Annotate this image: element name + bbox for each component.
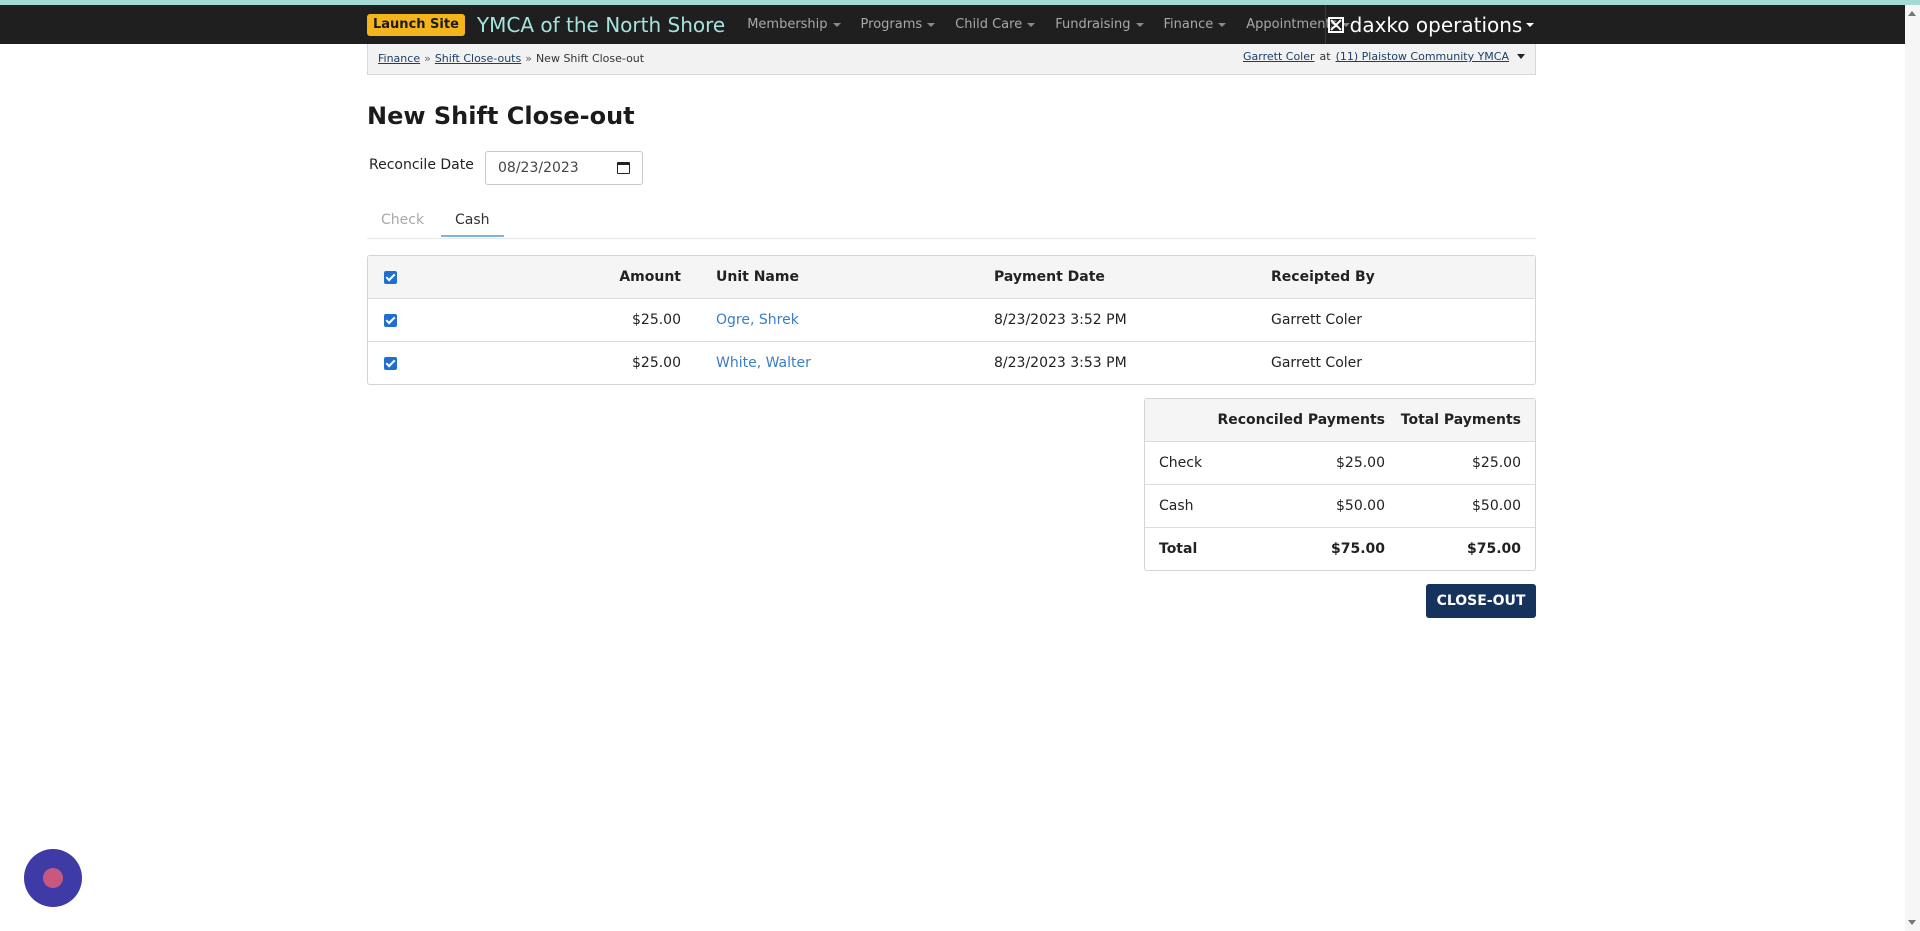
caret-down-icon	[1027, 22, 1036, 27]
col-payment-date: Payment Date	[994, 269, 1105, 285]
user-location: Garrett Coler at (11) Plaistow Community…	[1243, 50, 1525, 63]
summary-label: Cash	[1159, 498, 1194, 514]
summary-label: Check	[1159, 455, 1203, 471]
caret-down-icon	[1218, 22, 1227, 27]
nav-label: Membership	[747, 17, 828, 32]
summary-row-total: Total $75.00 $75.00	[1145, 527, 1535, 570]
row-unit-name: Ogre, Shrek	[716, 299, 799, 341]
breadcrumb-shift-close-outs[interactable]: Shift Close-outs	[435, 52, 521, 65]
unit-name-link[interactable]: Ogre, Shrek	[716, 312, 799, 328]
row-amount: $25.00	[632, 355, 681, 371]
chevron-down-icon	[1526, 22, 1535, 27]
user-name-link[interactable]: Garrett Coler	[1243, 50, 1315, 63]
breadcrumb-separator: »	[424, 52, 431, 65]
payment-type-tabs: Check Cash	[367, 208, 1536, 239]
product-name: daxko operations	[1349, 12, 1523, 37]
summary-total: $25.00	[1472, 455, 1521, 471]
col-receipted-by: Receipted By	[1271, 269, 1375, 285]
row-unit-name: White, Walter	[716, 342, 811, 384]
row-checkbox[interactable]	[384, 357, 397, 370]
reconcile-date-value: 08/23/2023	[498, 160, 579, 176]
chat-icon	[43, 868, 63, 888]
summary-row-check: Check $25.00 $25.00	[1145, 441, 1535, 484]
vertical-scrollbar[interactable]	[1905, 5, 1920, 931]
close-out-button[interactable]: CLOSE-OUT	[1426, 584, 1536, 618]
summary-label: Total	[1159, 541, 1198, 557]
tab-cash[interactable]: Cash	[441, 212, 504, 237]
user-at-text: at	[1319, 50, 1331, 63]
nav-label: Fundraising	[1055, 17, 1131, 32]
reconcile-date-input[interactable]: 08/23/2023	[485, 151, 643, 185]
select-all-checkbox[interactable]	[384, 271, 397, 284]
chat-launcher-button[interactable]	[24, 849, 82, 907]
location-link[interactable]: (11) Plaistow Community YMCA	[1336, 50, 1509, 63]
summary-total: $50.00	[1472, 498, 1521, 514]
summary-reconciled: $50.00	[1336, 498, 1385, 514]
summary-header-row: Reconciled Payments Total Payments	[1145, 399, 1535, 441]
navbar-content: Launch Site YMCA of the North Shore Memb…	[367, 5, 1536, 44]
nav-programs[interactable]: Programs	[861, 17, 936, 32]
breadcrumb-separator: »	[525, 52, 532, 65]
tab-check[interactable]: Check	[367, 212, 438, 235]
breadcrumb: Finance» Shift Close-outs» New Shift Close…	[378, 52, 644, 65]
col-total-payments: Total Payments	[1400, 412, 1521, 428]
summary-reconciled: $25.00	[1336, 455, 1385, 471]
daxko-logo-icon	[1327, 16, 1344, 33]
row-receipted-by: Garrett Coler	[1271, 355, 1363, 371]
row-checkbox[interactable]	[384, 314, 397, 327]
payments-table: Amount Unit Name Payment Date Receipted …	[367, 255, 1536, 385]
table-row: $25.00 Ogre, Shrek 8/23/2023 3:52 PM Gar…	[368, 298, 1535, 341]
caret-down-icon	[1135, 22, 1144, 27]
summary-total: $75.00	[1466, 541, 1521, 557]
row-payment-date: 8/23/2023 3:52 PM	[994, 312, 1127, 328]
row-amount: $25.00	[632, 312, 681, 328]
nav-label: Programs	[860, 17, 923, 32]
nav-child-care[interactable]: Child Care	[955, 17, 1036, 32]
calendar-icon[interactable]	[617, 162, 630, 174]
nav-finance[interactable]: Finance	[1164, 17, 1227, 32]
col-unit-name: Unit Name	[716, 269, 799, 285]
daxko-product-menu[interactable]: daxko operations	[1325, 5, 1536, 44]
table-row: $25.00 White, Walter 8/23/2023 3:53 PM G…	[368, 341, 1535, 384]
org-brand[interactable]: YMCA of the North Shore	[477, 13, 725, 37]
row-receipted-by: Garrett Coler	[1271, 312, 1363, 328]
unit-name-link[interactable]: White, Walter	[716, 355, 811, 371]
summary-table: Reconciled Payments Total Payments Check…	[1144, 398, 1536, 571]
nav-fundraising[interactable]: Fundraising	[1055, 17, 1144, 32]
caret-down-icon	[927, 22, 936, 27]
top-navbar: Launch Site YMCA of the North Shore Memb…	[0, 5, 1905, 44]
launch-site-button[interactable]: Launch Site	[367, 13, 465, 36]
scroll-down-icon[interactable]	[1908, 920, 1916, 925]
location-dropdown-icon[interactable]	[1517, 54, 1525, 59]
scroll-up-icon[interactable]	[1908, 11, 1916, 16]
nav-membership[interactable]: Membership	[747, 17, 841, 32]
caret-down-icon	[832, 22, 841, 27]
nav-label: Appointments	[1246, 17, 1338, 32]
reconcile-date-label: Reconcile Date	[369, 157, 474, 173]
row-payment-date: 8/23/2023 3:53 PM	[994, 355, 1127, 371]
breadcrumb-finance[interactable]: Finance	[378, 52, 420, 65]
table-header-row: Amount Unit Name Payment Date Receipted …	[368, 256, 1535, 298]
page-title: New Shift Close-out	[367, 102, 635, 130]
nav-label: Finance	[1163, 17, 1214, 32]
breadcrumb-current: New Shift Close-out	[535, 52, 645, 65]
summary-row-cash: Cash $50.00 $50.00	[1145, 484, 1535, 527]
breadcrumb-bar: Finance» Shift Close-outs» New Shift Close…	[367, 44, 1536, 75]
col-reconciled-payments: Reconciled Payments	[1217, 412, 1385, 428]
nav-label: Child Care	[955, 17, 1023, 32]
summary-reconciled: $75.00	[1330, 541, 1385, 557]
col-amount: Amount	[619, 269, 681, 285]
